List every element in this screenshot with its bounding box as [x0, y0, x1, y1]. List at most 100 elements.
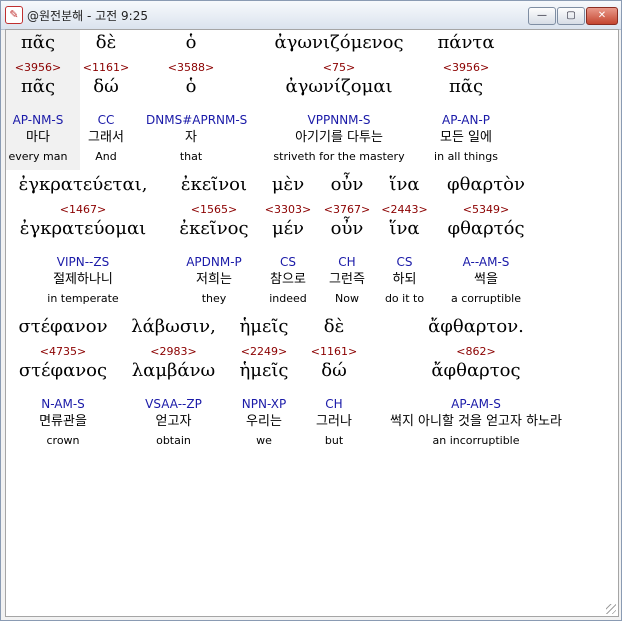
- greek-word: δὲ: [95, 32, 117, 53]
- word-cell[interactable]: ἵνα <2443> ἵνα CS 하되 do it to: [377, 174, 432, 308]
- lemma: λαμβάνω: [131, 360, 216, 381]
- morph-code: VPPNNM-S: [307, 113, 371, 127]
- title-bar[interactable]: ✎ @원전분해 - 고전 9:25 — ▢ ✕: [1, 1, 621, 30]
- minimize-button[interactable]: —: [528, 7, 556, 25]
- lemma: πᾶς: [20, 76, 56, 97]
- strongs-number[interactable]: <1161>: [76, 61, 136, 75]
- word-cell[interactable]: πᾶς <3956> πᾶς AP-NM-S 마다 every man: [8, 32, 68, 166]
- english-gloss: that: [179, 150, 203, 163]
- greek-word: πάντα: [437, 32, 495, 53]
- greek-word: πᾶς: [20, 32, 56, 53]
- lemma: στέφανος: [18, 360, 108, 381]
- morph-code: AP-AN-P: [442, 113, 490, 127]
- english-gloss: we: [256, 434, 272, 447]
- lemma: δώ: [321, 360, 347, 381]
- lemma: δώ: [93, 76, 119, 97]
- lemma: φθαρτός: [447, 218, 525, 239]
- lemma: οὖν: [330, 218, 364, 239]
- morph-code: NPN-XP: [241, 397, 287, 411]
- lemma: ἵνα: [389, 218, 420, 239]
- morph-code: CS: [396, 255, 413, 269]
- english-gloss: in temperate: [47, 292, 119, 305]
- strongs-number[interactable]: <1565>: [169, 203, 259, 217]
- english-gloss: they: [201, 292, 227, 305]
- english-gloss: indeed: [269, 292, 307, 305]
- lemma: ὁ: [185, 76, 197, 97]
- korean-gloss: 그래서: [88, 130, 124, 145]
- strongs-number[interactable]: <3767>: [322, 203, 372, 217]
- korean-gloss: 그런즉: [329, 272, 365, 287]
- english-gloss: And: [95, 150, 117, 163]
- morph-code: VIPN--ZS: [56, 255, 110, 269]
- greek-word: ἀγωνιζόμενος: [274, 32, 404, 53]
- strongs-number[interactable]: <1161>: [304, 345, 364, 359]
- greek-word: ἡμεῖς: [239, 316, 289, 337]
- strongs-number[interactable]: <1467>: [8, 203, 158, 217]
- strongs-number[interactable]: <2443>: [377, 203, 432, 217]
- korean-gloss: 모든 일에: [440, 130, 492, 145]
- word-cell[interactable]: ὁ <3588> ὁ DNMS#APRNM-S 자 that: [146, 32, 248, 166]
- english-gloss: a corruptible: [451, 292, 521, 305]
- word-cell[interactable]: ἄφθαρτον. <862> ἄφθαρτος AP-AM-S 썩지 아니할 것을 얻…: [371, 316, 581, 450]
- morph-code: CS: [280, 255, 296, 269]
- strongs-number[interactable]: <3956>: [8, 61, 68, 75]
- word-cell[interactable]: ἀγωνιζόμενος <75> ἀγωνίζομαι VPPNNM-S 아기기를 다…: [254, 32, 424, 166]
- strongs-number[interactable]: <2249>: [234, 345, 294, 359]
- word-cell[interactable]: φθαρτὸν <5349> φθαρτός A--AM-S 썩을 a corruptib…: [436, 174, 536, 308]
- strongs-number[interactable]: <75>: [254, 61, 424, 75]
- app-window: ✎ @원전분해 - 고전 9:25 — ▢ ✕ πᾶς <3956> πᾶς AP-N…: [0, 0, 622, 621]
- strongs-number[interactable]: <3303>: [258, 203, 318, 217]
- lemma: ἄφθαρτος: [431, 360, 521, 381]
- app-icon[interactable]: ✎: [5, 6, 23, 24]
- korean-gloss: 우리는: [246, 414, 282, 429]
- korean-gloss: 아기기를 다투는: [295, 130, 383, 145]
- korean-gloss: 썩지 아니할 것을 얻고자 하노라: [389, 414, 562, 429]
- morph-code: CH: [325, 397, 343, 411]
- korean-gloss: 마다: [26, 130, 50, 145]
- morph-code: A--AM-S: [462, 255, 510, 269]
- word-cell[interactable]: οὖν <3767> οὖν CH 그런즉 Now: [322, 174, 372, 308]
- greek-word: λάβωσιν,: [131, 316, 216, 337]
- morph-code: CC: [97, 113, 115, 127]
- english-gloss: every man: [8, 150, 68, 163]
- lemma: ἡμεῖς: [239, 360, 289, 381]
- lemma: ἀγωνίζομαι: [285, 76, 393, 97]
- strongs-number[interactable]: <2983>: [121, 345, 226, 359]
- greek-word: μὲν: [271, 174, 305, 195]
- korean-gloss: 자: [185, 130, 197, 145]
- word-cell[interactable]: δὲ <1161> δώ CC 그래서 And: [76, 32, 136, 166]
- strongs-number[interactable]: <862>: [371, 345, 581, 359]
- korean-gloss: 썩을: [474, 272, 498, 287]
- word-cell[interactable]: ἡμεῖς <2249> ἡμεῖς NPN-XP 우리는 we: [234, 316, 294, 450]
- lemma: ἐκεῖνος: [179, 218, 249, 239]
- window-title: @원전분해 - 고전 9:25: [27, 9, 148, 23]
- morph-code: DNMS#APRNM-S: [146, 113, 248, 127]
- close-button[interactable]: ✕: [586, 7, 618, 25]
- english-gloss: do it to: [384, 292, 425, 305]
- korean-gloss: 절제하나니: [53, 272, 113, 287]
- english-gloss: an incorruptible: [432, 434, 520, 447]
- greek-word: ἐγκρατεύεται,: [18, 174, 148, 195]
- morph-code: APDNM-P: [186, 255, 242, 269]
- strongs-number[interactable]: <5349>: [436, 203, 536, 217]
- word-cell[interactable]: πάντα <3956> πᾶς AP-AN-P 모든 일에 in all things: [406, 32, 526, 166]
- word-cell[interactable]: ἐγκρατεύεται, <1467> ἐγκρατεύομαι VIPN--ZS 절…: [8, 174, 158, 308]
- interlinear-panel[interactable]: πᾶς <3956> πᾶς AP-NM-S 마다 every man δὲ <1161> δώ…: [5, 29, 619, 617]
- strongs-number[interactable]: <3588>: [146, 61, 236, 75]
- word-cell[interactable]: δὲ <1161> δώ CH 그러나 but: [304, 316, 364, 450]
- resize-grip-icon[interactable]: [606, 604, 616, 614]
- strongs-number[interactable]: <4735>: [8, 345, 118, 359]
- word-cell[interactable]: στέφανον <4735> στέφανος N-AM-S 면류관을 crown: [8, 316, 118, 450]
- word-cell[interactable]: μὲν <3303> μέν CS 참으로 indeed: [258, 174, 318, 308]
- greek-word: στέφανον: [18, 316, 108, 337]
- greek-word: ἐκεῖνοι: [180, 174, 248, 195]
- strongs-number[interactable]: <3956>: [406, 61, 526, 75]
- morph-code: VSAA--ZP: [145, 397, 202, 411]
- maximize-button[interactable]: ▢: [557, 7, 585, 25]
- english-gloss: but: [324, 434, 344, 447]
- korean-gloss: 저희는: [196, 272, 232, 287]
- word-cell[interactable]: ἐκεῖνοι <1565> ἐκεῖνος APDNM-P 저희는 they: [169, 174, 259, 308]
- word-cell[interactable]: λάβωσιν, <2983> λαμβάνω VSAA--ZP 얻고자 obtain: [121, 316, 226, 450]
- korean-gloss: 얻고자: [155, 414, 192, 429]
- english-gloss: in all things: [434, 150, 498, 163]
